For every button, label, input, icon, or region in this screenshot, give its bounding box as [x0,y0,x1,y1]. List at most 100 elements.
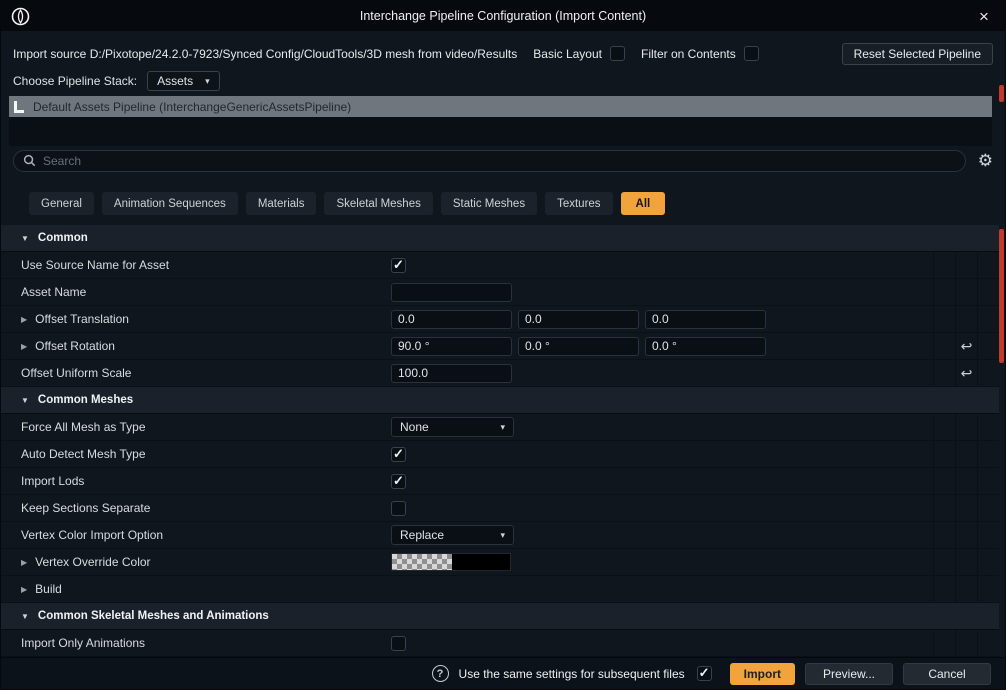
row-vertex-color-import-option: Vertex Color Import Option Replace ▾ [1,522,999,549]
property-label: Offset Rotation [35,339,115,353]
pipeline-list: Default Assets Pipeline (InterchangeGene… [9,96,992,146]
category-tabs: General Animation Sequences Materials Sk… [1,192,1005,215]
import-only-animations-checkbox[interactable] [391,636,406,651]
section-header-common-meshes[interactable]: ▼ Common Meshes [1,387,999,414]
offset-uniform-scale-field[interactable] [391,364,512,383]
import-button[interactable]: Import [730,663,795,685]
choose-stack-label: Choose Pipeline Stack: [13,74,137,88]
row-keep-sections-separate: Keep Sections Separate [1,495,999,522]
subsequent-files-checkbox[interactable] [697,666,712,681]
toolbar-row: Import source D:/Pixotope/24.2.0-7923/Sy… [1,41,1005,66]
offset-rotation-x-field[interactable] [391,337,512,356]
keep-sections-separate-checkbox[interactable] [391,501,406,516]
color-alpha-checkerboard [392,554,452,570]
property-label: Offset Uniform Scale [21,366,131,380]
row-force-all-mesh-as-type: Force All Mesh as Type None ▾ [1,414,999,441]
basic-layout-label: Basic Layout [533,47,602,61]
filter-on-contents-checkbox[interactable] [744,46,759,61]
property-label: Vertex Override Color [35,555,150,569]
tab-materials[interactable]: Materials [246,192,317,215]
tab-skeletal-meshes[interactable]: Skeletal Meshes [324,192,432,215]
expand-arrow-icon[interactable]: ▶ [21,585,27,594]
search-box[interactable] [13,150,966,172]
property-label: Build [35,582,62,596]
offset-rotation-y-field[interactable] [518,337,639,356]
titlebar: Interchange Pipeline Configuration (Impo… [1,1,1005,31]
property-label: Auto Detect Mesh Type [21,447,146,461]
properties-panel: ▼ Common Use Source Name for Asset Asset… [1,225,1005,657]
import-lods-checkbox[interactable] [391,474,406,489]
reset-selected-pipeline-button[interactable]: Reset Selected Pipeline [842,43,993,65]
tab-textures[interactable]: Textures [545,192,612,215]
vertex-override-color-swatch[interactable] [391,553,511,571]
pipeline-stack-value: Assets [157,74,193,88]
vertex-color-import-dropdown[interactable]: Replace ▾ [391,525,514,545]
chevron-down-icon: ▾ [205,76,210,87]
property-label: Vertex Color Import Option [21,528,163,542]
chevron-down-icon: ▾ [500,530,505,541]
scrollbar-thumb-properties[interactable] [999,229,1004,363]
offset-rotation-z-field[interactable] [645,337,766,356]
footer-bar: ? Use the same settings for subsequent f… [1,657,1005,689]
search-row: ⚙ [1,149,1005,172]
collapse-arrow-icon: ▼ [21,234,29,243]
tab-general[interactable]: General [29,192,94,215]
asset-name-field[interactable] [391,283,512,302]
property-label: Keep Sections Separate [21,501,150,515]
row-offset-rotation: ▶ Offset Rotation ↩ [1,333,999,360]
preview-button[interactable]: Preview... [805,663,893,685]
property-label: Import Lods [21,474,84,488]
expand-arrow-icon[interactable]: ▶ [21,342,27,351]
property-label: Asset Name [21,285,86,299]
row-offset-translation: ▶ Offset Translation [1,306,999,333]
property-label: Use Source Name for Asset [21,258,169,272]
reset-to-default-icon[interactable]: ↩ [961,339,973,353]
tab-all[interactable]: All [621,192,666,215]
auto-detect-mesh-type-checkbox[interactable] [391,447,406,462]
reset-to-default-icon[interactable]: ↩ [961,366,973,380]
close-icon[interactable]: × [973,8,995,25]
collapse-arrow-icon: ▼ [21,396,29,405]
tab-animation-sequences[interactable]: Animation Sequences [102,192,238,215]
row-auto-detect-mesh-type: Auto Detect Mesh Type [1,441,999,468]
expand-arrow-icon[interactable]: ▶ [21,558,27,567]
dialog-title: Interchange Pipeline Configuration (Impo… [1,9,1005,23]
interchange-pipeline-dialog: Interchange Pipeline Configuration (Impo… [0,0,1006,690]
expand-arrow-icon[interactable]: ▶ [21,315,27,324]
pipeline-icon [14,101,24,113]
basic-layout-checkbox[interactable] [610,46,625,61]
section-header-common-skeletal[interactable]: ▼ Common Skeletal Meshes and Animations [1,603,999,630]
filter-on-contents-label: Filter on Contents [641,47,736,61]
subsequent-files-label: Use the same settings for subsequent fil… [459,667,685,681]
row-import-lods: Import Lods [1,468,999,495]
row-import-only-animations: Import Only Animations [1,630,999,657]
scrollbar-thumb-pipeline[interactable] [999,85,1004,102]
search-input[interactable] [43,154,956,168]
color-value-black [452,554,510,570]
row-build: ▶ Build [1,576,999,603]
force-mesh-type-dropdown[interactable]: None ▾ [391,417,514,437]
row-use-source-name: Use Source Name for Asset [1,252,999,279]
property-label: Force All Mesh as Type [21,420,146,434]
gear-icon[interactable]: ⚙ [978,152,993,169]
pipeline-item-label: Default Assets Pipeline (InterchangeGene… [33,100,351,114]
cancel-button[interactable]: Cancel [903,663,991,685]
offset-translation-z-field[interactable] [645,310,766,329]
pipeline-stack-row: Choose Pipeline Stack: Assets ▾ [1,69,1005,93]
tab-static-meshes[interactable]: Static Meshes [441,192,537,215]
property-label: Offset Translation [35,312,129,326]
pipeline-stack-dropdown[interactable]: Assets ▾ [147,71,220,91]
row-vertex-override-color: ▶ Vertex Override Color [1,549,999,576]
property-label: Import Only Animations [21,636,145,650]
offset-translation-x-field[interactable] [391,310,512,329]
row-offset-uniform-scale: Offset Uniform Scale ↩ [1,360,999,387]
offset-translation-y-field[interactable] [518,310,639,329]
pipeline-list-item-selected[interactable]: Default Assets Pipeline (InterchangeGene… [9,96,992,117]
chevron-down-icon: ▾ [500,422,505,433]
help-icon[interactable]: ? [432,665,449,682]
use-source-name-checkbox[interactable] [391,258,406,273]
section-header-common[interactable]: ▼ Common [1,225,999,252]
import-source-text: Import source D:/Pixotope/24.2.0-7923/Sy… [13,47,517,61]
search-icon [23,154,36,167]
collapse-arrow-icon: ▼ [21,612,29,621]
